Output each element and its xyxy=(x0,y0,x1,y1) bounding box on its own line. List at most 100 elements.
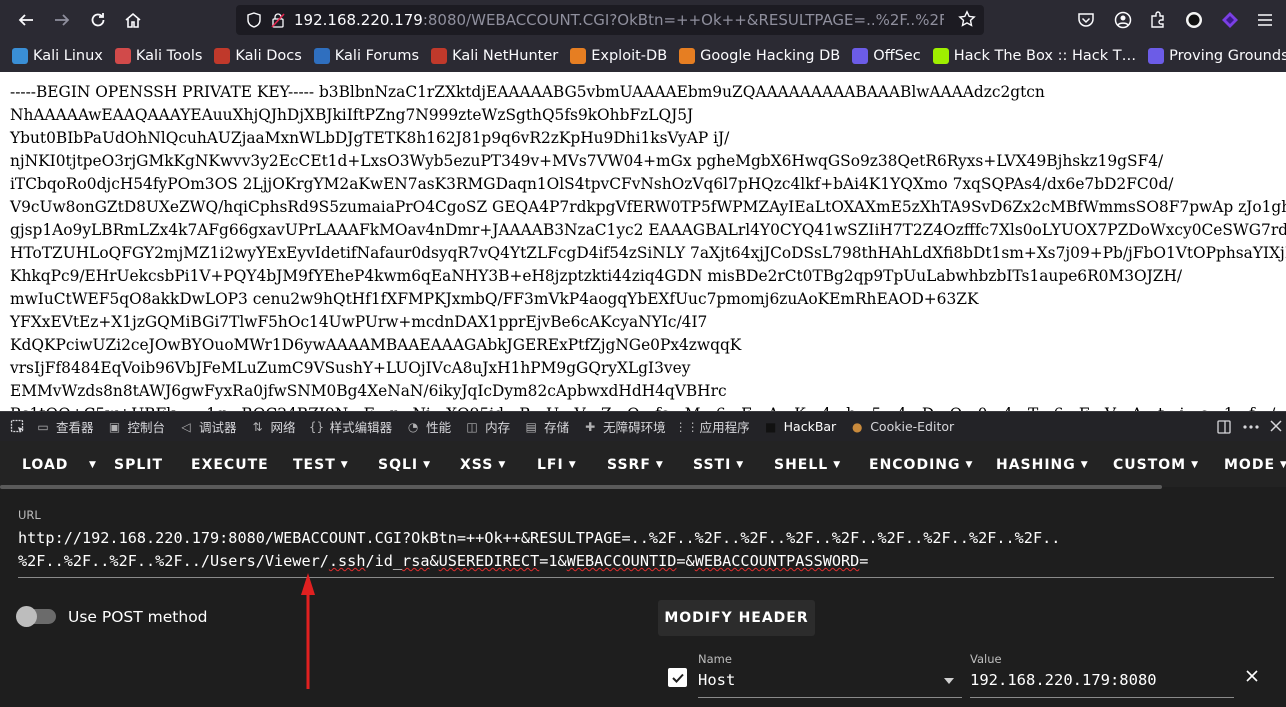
menu-split[interactable]: SPLIT xyxy=(114,457,163,473)
caret-down-icon: ▼ xyxy=(1191,460,1200,470)
menu-shell[interactable]: SHELL ▼ xyxy=(774,457,841,473)
devtools-tab[interactable]: ◁ 调试器 xyxy=(179,417,236,436)
shield-icon[interactable] xyxy=(244,10,264,30)
header-name-select[interactable]: Host xyxy=(698,671,735,689)
element-picker-icon xyxy=(10,419,24,433)
storage-icon: ▤ xyxy=(525,419,537,434)
remove-header-button[interactable] xyxy=(1245,667,1259,688)
menu-label: LFI xyxy=(537,457,564,473)
key-line: V9cUw8onGZtD8UXeZWQ/hqiCphsRd9S5zumaiaPr… xyxy=(10,198,1286,216)
more-options-icon[interactable] xyxy=(1242,419,1260,439)
bookmark-item[interactable]: Kali Docs xyxy=(214,48,302,64)
menu-icon[interactable] xyxy=(1255,10,1275,30)
bookmark-item[interactable]: OffSec xyxy=(852,48,921,64)
post-method-toggle[interactable] xyxy=(16,606,56,627)
key-line: EMMvWzds8n8tAWJ6gwFyxRa0jfwSNM0Bg4XeNaN/… xyxy=(10,382,727,400)
menu-custom[interactable]: CUSTOM ▼ xyxy=(1113,457,1199,473)
menu-scrollbar[interactable] xyxy=(0,485,1162,489)
bookmark-label: Kali Docs xyxy=(235,48,302,64)
menu-hashing[interactable]: HASHING ▼ xyxy=(996,457,1089,473)
pocket-icon[interactable] xyxy=(1076,10,1096,30)
devtools-tab-label: 性能 xyxy=(426,420,452,435)
element-picker-button[interactable] xyxy=(10,419,26,435)
key-line: HToTZUHLoQFGY2mjMZ1i2wyYExEyvIdetifNafau… xyxy=(10,244,1286,262)
devtools-tab[interactable]: ■ HackBar xyxy=(764,419,837,434)
extension-purple-icon[interactable] xyxy=(1220,10,1240,30)
devtools-tab[interactable]: ⇅ 网络 xyxy=(251,417,296,436)
bookmark-favicon-icon xyxy=(313,48,330,64)
dock-icon[interactable] xyxy=(1216,419,1232,439)
url-seg-rsa: rsa xyxy=(402,552,430,570)
header-name-label: Name xyxy=(698,652,732,666)
load-dropdown-button[interactable]: ▼ xyxy=(84,457,97,473)
dropdown-arrow-icon[interactable] xyxy=(944,678,954,684)
menu-mode[interactable]: MODE ▼ xyxy=(1224,457,1286,473)
bookmark-item[interactable]: Exploit-DB xyxy=(570,48,667,64)
header-name-underline xyxy=(698,697,962,698)
caret-down-icon: ▼ xyxy=(340,460,349,470)
bookmark-label: Google Hacking DB xyxy=(700,48,841,64)
bookmark-label: OffSec xyxy=(873,48,921,64)
bookmark-item[interactable]: Kali Linux xyxy=(12,48,103,64)
devtools-tab[interactable]: ✚ 无障碍环境 xyxy=(583,417,666,436)
bookmark-item[interactable]: Kali Forums xyxy=(313,48,419,64)
bookmark-item[interactable]: Proving Grounds Pract… xyxy=(1148,48,1286,64)
header-value-label: Value xyxy=(970,652,1002,666)
modify-header-button[interactable]: MODIFY HEADER xyxy=(658,600,815,636)
home-button[interactable] xyxy=(121,8,145,32)
caret-down-icon: ▼ xyxy=(423,460,432,470)
application-icon: ⋮⋮ xyxy=(674,419,699,434)
devtools-tab[interactable]: {} 样式编辑器 xyxy=(309,417,392,436)
menu-execute[interactable]: EXECUTE xyxy=(191,457,269,473)
devtools-tab-label: 查看器 xyxy=(56,420,94,435)
account-icon[interactable] xyxy=(1113,10,1133,30)
devtools-tab-label: 控制台 xyxy=(127,420,166,435)
devtools-tab[interactable]: ● Cookie-Editor xyxy=(850,419,954,434)
forward-button[interactable] xyxy=(50,8,74,32)
devtools-tab[interactable]: ▭ 查看器 xyxy=(36,417,94,436)
key-line: NhAAAAAwEAAQAAAYEAuuXhjQJhDjXBJkiIftPZng… xyxy=(10,106,694,124)
bookmark-favicon-icon xyxy=(214,48,231,64)
menu-test[interactable]: TEST ▼ xyxy=(293,457,349,473)
browser-toolbar: 192.168.220.179:8080/WEBACCOUNT.CGI?OkBt… xyxy=(0,0,1286,40)
menu-encoding[interactable]: ENCODING ▼ xyxy=(869,457,973,473)
bookmark-star-icon[interactable] xyxy=(958,10,976,32)
menu-label: CUSTOM xyxy=(1113,457,1187,473)
devtools-tab[interactable]: ◫ 内存 xyxy=(465,417,510,436)
menu-load[interactable]: LOAD xyxy=(22,457,68,473)
devtools-tab-label: Cookie-Editor xyxy=(870,419,955,434)
back-button[interactable] xyxy=(14,8,38,32)
private-key-text: -----BEGIN OPENSSH PRIVATE KEY----- b3Bl… xyxy=(10,81,1286,411)
devtools-tab[interactable]: ◔ 性能 xyxy=(406,417,451,436)
hackbar-menu: LOAD ▼ SPLIT EXECUTE TEST ▼ SQLI ▼ XSS ▼ LFI ▼ SSRF ▼… xyxy=(0,441,1286,489)
url-line-2: %2F..%2F..%2F..%2F../Users/Viewer/.ssh/i… xyxy=(18,550,1274,573)
devtools-tab[interactable]: ▣ 控制台 xyxy=(108,417,166,436)
url-textarea[interactable]: http://192.168.220.179:8080/WEBACCOUNT.C… xyxy=(18,527,1274,573)
bookmarks-bar: Kali Linux Kali Tools Kali Docs Kali Forums… xyxy=(0,40,1286,72)
url-seg: =& xyxy=(676,552,695,570)
devtools-tab[interactable]: ⋮⋮ 应用程序 xyxy=(674,417,750,436)
caret-down-icon: ▼ xyxy=(833,460,842,470)
devtools-tab[interactable]: ▤ 存储 xyxy=(524,417,569,436)
url-seg-accountid: WEBACCOUNTID xyxy=(566,552,677,570)
bookmark-item[interactable]: Google Hacking DB xyxy=(679,48,840,64)
url-host: 192.168.220.179 xyxy=(294,11,423,29)
insecure-lock-icon[interactable] xyxy=(268,10,288,30)
devtools-tab-label: HackBar xyxy=(783,419,837,434)
close-devtools-icon[interactable] xyxy=(1269,419,1283,437)
dark-reader-icon[interactable] xyxy=(1184,10,1204,30)
header-value-input[interactable]: 192.168.220.179:8080 xyxy=(970,671,1157,689)
url-text[interactable]: 192.168.220.179:8080/WEBACCOUNT.CGI?OkBt… xyxy=(294,11,944,29)
url-bar[interactable]: 192.168.220.179:8080/WEBACCOUNT.CGI?OkBt… xyxy=(236,5,984,35)
menu-ssti[interactable]: SSTI ▼ xyxy=(693,457,744,473)
menu-xss[interactable]: XSS ▼ xyxy=(460,457,506,473)
bookmark-item[interactable]: Kali Tools xyxy=(114,48,202,64)
reload-button[interactable] xyxy=(86,8,110,32)
header-enabled-checkbox[interactable] xyxy=(668,668,687,687)
menu-sqli[interactable]: SQLI ▼ xyxy=(378,457,431,473)
extensions-icon[interactable] xyxy=(1148,10,1168,30)
bookmark-item[interactable]: Hack The Box :: Hack T… xyxy=(932,48,1136,64)
menu-ssrf[interactable]: SSRF ▼ xyxy=(607,457,664,473)
bookmark-item[interactable]: Kali NetHunter xyxy=(431,48,558,64)
menu-lfi[interactable]: LFI ▼ xyxy=(537,457,577,473)
